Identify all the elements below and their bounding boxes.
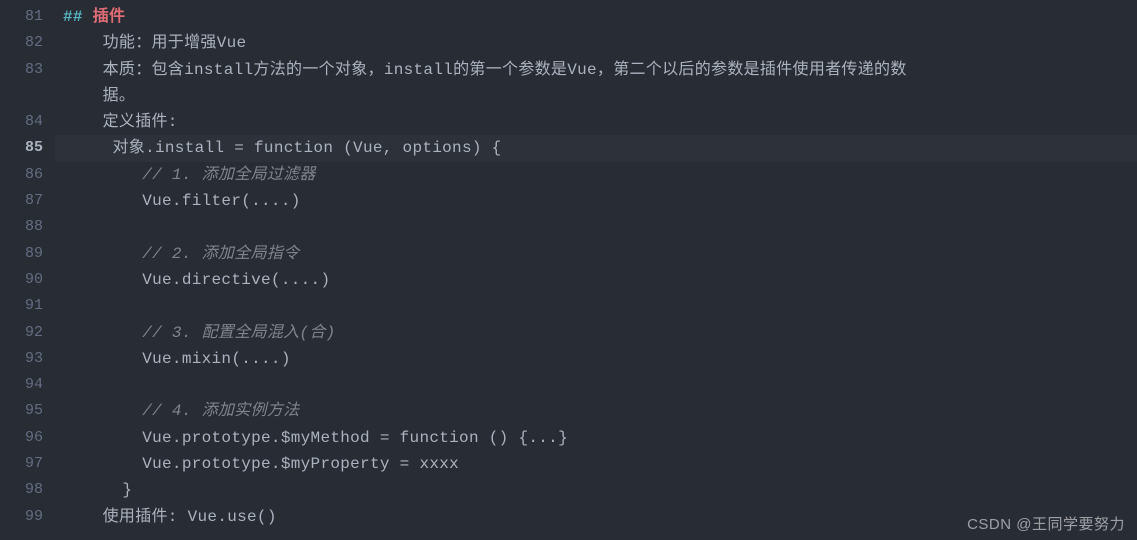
token-plain: Vue.directive(....) [63,271,330,289]
line-number: 83 [0,57,43,83]
token-plain [63,402,142,420]
line-number [0,83,43,109]
code-area[interactable]: ## 插件 功能：用于增强Vue 本质：包含install方法的一个对象，ins… [55,0,1137,540]
line-number: 89 [0,241,43,267]
code-line[interactable]: Vue.filter(....) [63,188,1137,214]
line-number: 96 [0,425,43,451]
line-number: 91 [0,293,43,319]
token-plain: Vue.prototype.$myProperty = xxxx [63,455,459,473]
code-line[interactable]: 据。 [63,83,1137,109]
code-line[interactable]: ## 插件 [63,4,1137,30]
line-number: 99 [0,504,43,530]
token-heading: 插件 [93,8,126,26]
token-plain [63,324,142,342]
code-editor[interactable]: 818283 84858687888990919293949596979899 #… [0,0,1137,540]
code-line[interactable]: Vue.prototype.$myProperty = xxxx [63,451,1137,477]
line-number: 93 [0,346,43,372]
code-line[interactable]: 功能：用于增强Vue [63,30,1137,56]
token-plain: Vue.filter(....) [63,192,301,210]
line-number: 82 [0,30,43,56]
line-number: 84 [0,109,43,135]
line-number: 92 [0,320,43,346]
code-line[interactable]: // 2. 添加全局指令 [63,241,1137,267]
code-line[interactable] [63,293,1137,319]
token-comment: // 2. 添加全局指令 [142,245,299,263]
line-number: 86 [0,162,43,188]
token-plain: Vue.prototype.$myMethod = function () {.… [63,429,568,447]
code-line[interactable] [63,214,1137,240]
token-plain: Vue.mixin(....) [63,350,291,368]
line-number: 88 [0,214,43,240]
code-line[interactable]: // 3. 配置全局混入(合) [63,320,1137,346]
code-line[interactable]: } [63,477,1137,503]
line-number: 90 [0,267,43,293]
code-line[interactable]: Vue.prototype.$myMethod = function () {.… [63,425,1137,451]
line-number: 98 [0,477,43,503]
token-comment: // 1. 添加全局过滤器 [142,166,316,184]
line-number-gutter: 818283 84858687888990919293949596979899 [0,0,55,540]
code-line[interactable]: // 1. 添加全局过滤器 [63,162,1137,188]
token-plain: 定义插件: [63,113,178,131]
code-line[interactable]: 本质：包含install方法的一个对象，install的第一个参数是Vue，第二… [63,57,1137,83]
token-op: ## [63,8,93,26]
token-plain: 对象.install = function (Vue, options) { [63,139,502,157]
token-comment: // 3. 配置全局混入(合) [142,324,335,342]
code-line[interactable]: 对象.install = function (Vue, options) { [55,135,1137,161]
code-line[interactable]: // 4. 添加实例方法 [63,398,1137,424]
watermark: CSDN @王同学要努力 [967,513,1125,534]
code-line[interactable]: Vue.directive(....) [63,267,1137,293]
token-plain [63,166,142,184]
line-number: 94 [0,372,43,398]
token-plain: 使用插件: Vue.use() [63,508,277,526]
code-line[interactable] [63,372,1137,398]
code-line[interactable]: 定义插件: [63,109,1137,135]
token-plain: 功能：用于增强Vue [63,34,246,52]
token-comment: // 4. 添加实例方法 [142,402,299,420]
line-number: 97 [0,451,43,477]
token-plain: 据。 [63,87,135,105]
line-number: 81 [0,4,43,30]
line-number: 95 [0,398,43,424]
token-plain [63,245,142,263]
line-number: 87 [0,188,43,214]
token-plain: } [63,481,132,499]
line-number: 85 [0,135,43,161]
token-plain: 本质：包含install方法的一个对象，install的第一个参数是Vue，第二… [63,61,907,79]
code-line[interactable]: Vue.mixin(....) [63,346,1137,372]
